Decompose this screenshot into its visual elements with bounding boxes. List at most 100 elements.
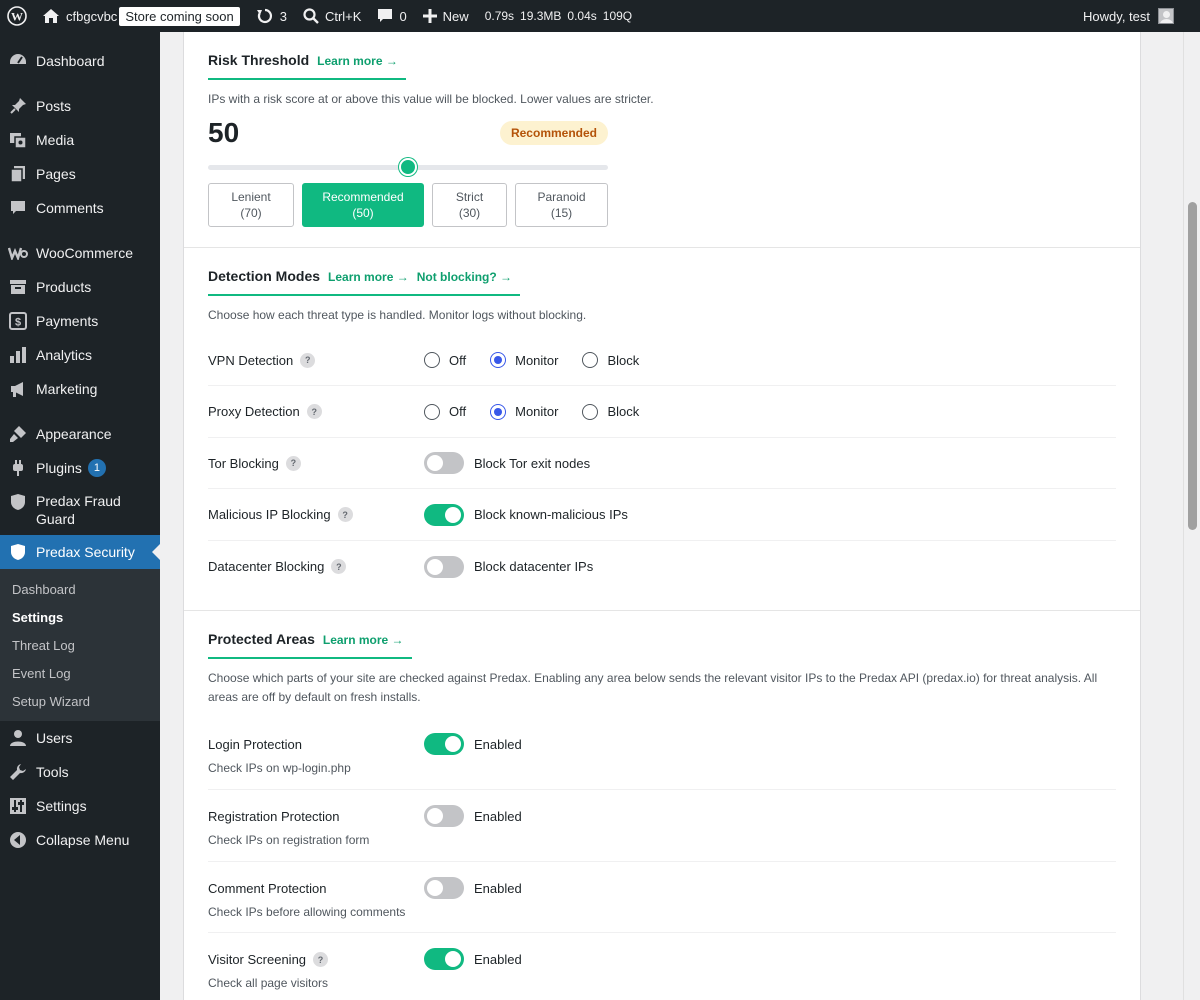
- toggle-switch[interactable]: [424, 877, 464, 899]
- search-icon: [303, 8, 319, 24]
- sidebar-item-analytics[interactable]: Analytics: [0, 338, 160, 372]
- sidebar-item-label: Products: [36, 279, 92, 295]
- scrollbar-thumb[interactable]: [1188, 202, 1197, 530]
- proxy-block-radio[interactable]: Block: [582, 403, 639, 420]
- help-icon[interactable]: ?: [313, 952, 329, 967]
- comments-link[interactable]: 0: [369, 0, 414, 32]
- help-icon[interactable]: ?: [306, 404, 322, 419]
- admin-bar: W cfbgcvbc Store coming soon 3 Ctrl+K 0 …: [0, 0, 1200, 32]
- help-icon[interactable]: ?: [337, 507, 353, 522]
- toggle-switch[interactable]: [424, 503, 464, 526]
- visitor-screening-toggle[interactable]: Enabled: [424, 948, 522, 970]
- preset-recommended-button[interactable]: Recommended (50): [302, 183, 424, 227]
- submenu-settings[interactable]: Settings: [0, 603, 160, 631]
- preset-paranoid-button[interactable]: Paranoid (15): [515, 183, 608, 227]
- sidebar-item-appearance[interactable]: Appearance: [0, 417, 160, 451]
- row-label: Comment Protection Check IPs before allo…: [208, 877, 424, 919]
- submenu-setup-wizard[interactable]: Setup Wizard: [0, 687, 160, 715]
- radio-circle[interactable]: [490, 352, 507, 368]
- sidebar-item-marketing[interactable]: Marketing: [0, 372, 160, 406]
- sidebar-item-posts[interactable]: Posts: [0, 89, 160, 123]
- toggle-switch[interactable]: [424, 733, 464, 755]
- query-count: 109Q: [602, 9, 633, 23]
- toggle-switch[interactable]: [424, 452, 464, 474]
- pages-icon: [8, 164, 28, 184]
- help-icon[interactable]: ?: [331, 559, 347, 574]
- dollar-icon: $: [8, 311, 28, 331]
- sidebar-item-payments[interactable]: $ Payments: [0, 304, 160, 338]
- sidebar-item-products[interactable]: Products: [0, 270, 160, 304]
- sidebar-item-users[interactable]: Users: [0, 721, 160, 755]
- radio-circle[interactable]: [582, 352, 599, 368]
- row-description: Check all page visitors: [208, 976, 329, 990]
- login-protection-toggle[interactable]: Enabled: [424, 733, 522, 755]
- sidebar-item-media[interactable]: Media: [0, 123, 160, 157]
- radio-label: Monitor: [515, 352, 559, 368]
- sidebar-item-label: Marketing: [36, 381, 98, 397]
- submenu-event-log[interactable]: Event Log: [0, 659, 160, 687]
- sidebar-item-label: Users: [36, 730, 73, 746]
- comment-protection-toggle[interactable]: Enabled: [424, 877, 522, 899]
- sidebar-item-settings[interactable]: Settings: [0, 789, 160, 823]
- comment-icon: [8, 198, 28, 218]
- proxy-off-radio[interactable]: Off: [424, 403, 466, 420]
- vpn-monitor-radio[interactable]: Monitor: [490, 352, 558, 368]
- sidebar-item-pages[interactable]: Pages: [0, 157, 160, 191]
- threshold-slider[interactable]: [208, 157, 608, 177]
- store-status-badge[interactable]: Store coming soon: [119, 6, 240, 26]
- toggle-switch[interactable]: [424, 948, 464, 970]
- site-name-link[interactable]: cfbgcvbc Store coming soon: [34, 0, 248, 32]
- db-time: 0.04s: [567, 9, 597, 23]
- vpn-mode-radios: Off Monitor Block: [424, 352, 663, 368]
- row-label-text: VPN Detection: [208, 352, 294, 368]
- toggle-switch[interactable]: [424, 555, 464, 578]
- sidebar-item-tools[interactable]: Tools: [0, 755, 160, 789]
- radio-circle[interactable]: [490, 403, 507, 420]
- updates-link[interactable]: 3: [248, 0, 295, 32]
- row-label: Login Protection Check IPs on wp-login.p…: [208, 733, 424, 775]
- sidebar-item-plugins[interactable]: Plugins 1: [0, 451, 160, 485]
- row-label: Malicious IP Blocking?: [208, 507, 424, 522]
- proxy-monitor-radio[interactable]: Monitor: [490, 403, 558, 420]
- new-content-link[interactable]: New: [415, 0, 477, 32]
- protected-rows: Login Protection Check IPs on wp-login.p…: [208, 725, 1116, 1000]
- datacenter-blocking-toggle[interactable]: Block datacenter IPs: [424, 555, 593, 578]
- radio-circle[interactable]: [424, 352, 440, 368]
- tor-blocking-toggle[interactable]: Block Tor exit nodes: [424, 452, 590, 474]
- learn-more-link[interactable]: Learn more →: [323, 633, 404, 647]
- radio-circle[interactable]: [582, 403, 599, 420]
- learn-more-link[interactable]: Learn more →: [328, 270, 409, 284]
- sidebar-item-label: Pages: [36, 166, 76, 182]
- submenu-dashboard[interactable]: Dashboard: [0, 575, 160, 603]
- submenu-threat-log[interactable]: Threat Log: [0, 631, 160, 659]
- sidebar-item-woocommerce[interactable]: WooCommerce: [0, 236, 160, 270]
- svg-text:W: W: [11, 10, 23, 24]
- slider-thumb[interactable]: [399, 158, 417, 176]
- command-palette-link[interactable]: Ctrl+K: [295, 0, 369, 32]
- my-account-link[interactable]: Howdy, test: [1083, 8, 1200, 24]
- vpn-block-radio[interactable]: Block: [582, 352, 639, 368]
- registration-protection-toggle[interactable]: Enabled: [424, 805, 522, 827]
- page-scrollbar[interactable]: [1183, 32, 1200, 1000]
- vpn-off-radio[interactable]: Off: [424, 352, 466, 368]
- collapse-menu-button[interactable]: Collapse Menu: [0, 823, 160, 857]
- sidebar-item-label: Predax Fraud Guard: [36, 493, 121, 527]
- sidebar-item-dashboard[interactable]: Dashboard: [0, 44, 160, 78]
- learn-more-link[interactable]: Learn more →: [317, 54, 398, 68]
- radio-circle[interactable]: [424, 403, 440, 420]
- threshold-value: 50: [208, 117, 240, 148]
- preset-lenient-button[interactable]: Lenient (70): [208, 183, 294, 227]
- not-blocking-link[interactable]: Not blocking? →: [417, 270, 512, 284]
- malicious-ip-toggle[interactable]: Block known-malicious IPs: [424, 503, 628, 526]
- toggle-switch[interactable]: [424, 805, 464, 827]
- sidebar-item-predax-security[interactable]: Predax Security: [0, 535, 160, 569]
- query-monitor-link[interactable]: 0.79s 19.3MB 0.04s 109Q: [477, 0, 640, 32]
- sidebar-item-label: Dashboard: [36, 53, 105, 69]
- preset-strict-button[interactable]: Strict (30): [432, 183, 507, 227]
- sidebar-item-comments[interactable]: Comments: [0, 191, 160, 225]
- help-icon[interactable]: ?: [300, 352, 316, 368]
- sidebar-item-predax-fraud-guard[interactable]: Predax Fraud Guard: [0, 485, 160, 535]
- row-label-text: Registration Protection: [208, 809, 340, 824]
- help-icon[interactable]: ?: [285, 455, 301, 471]
- wordpress-logo-icon[interactable]: W: [0, 0, 34, 32]
